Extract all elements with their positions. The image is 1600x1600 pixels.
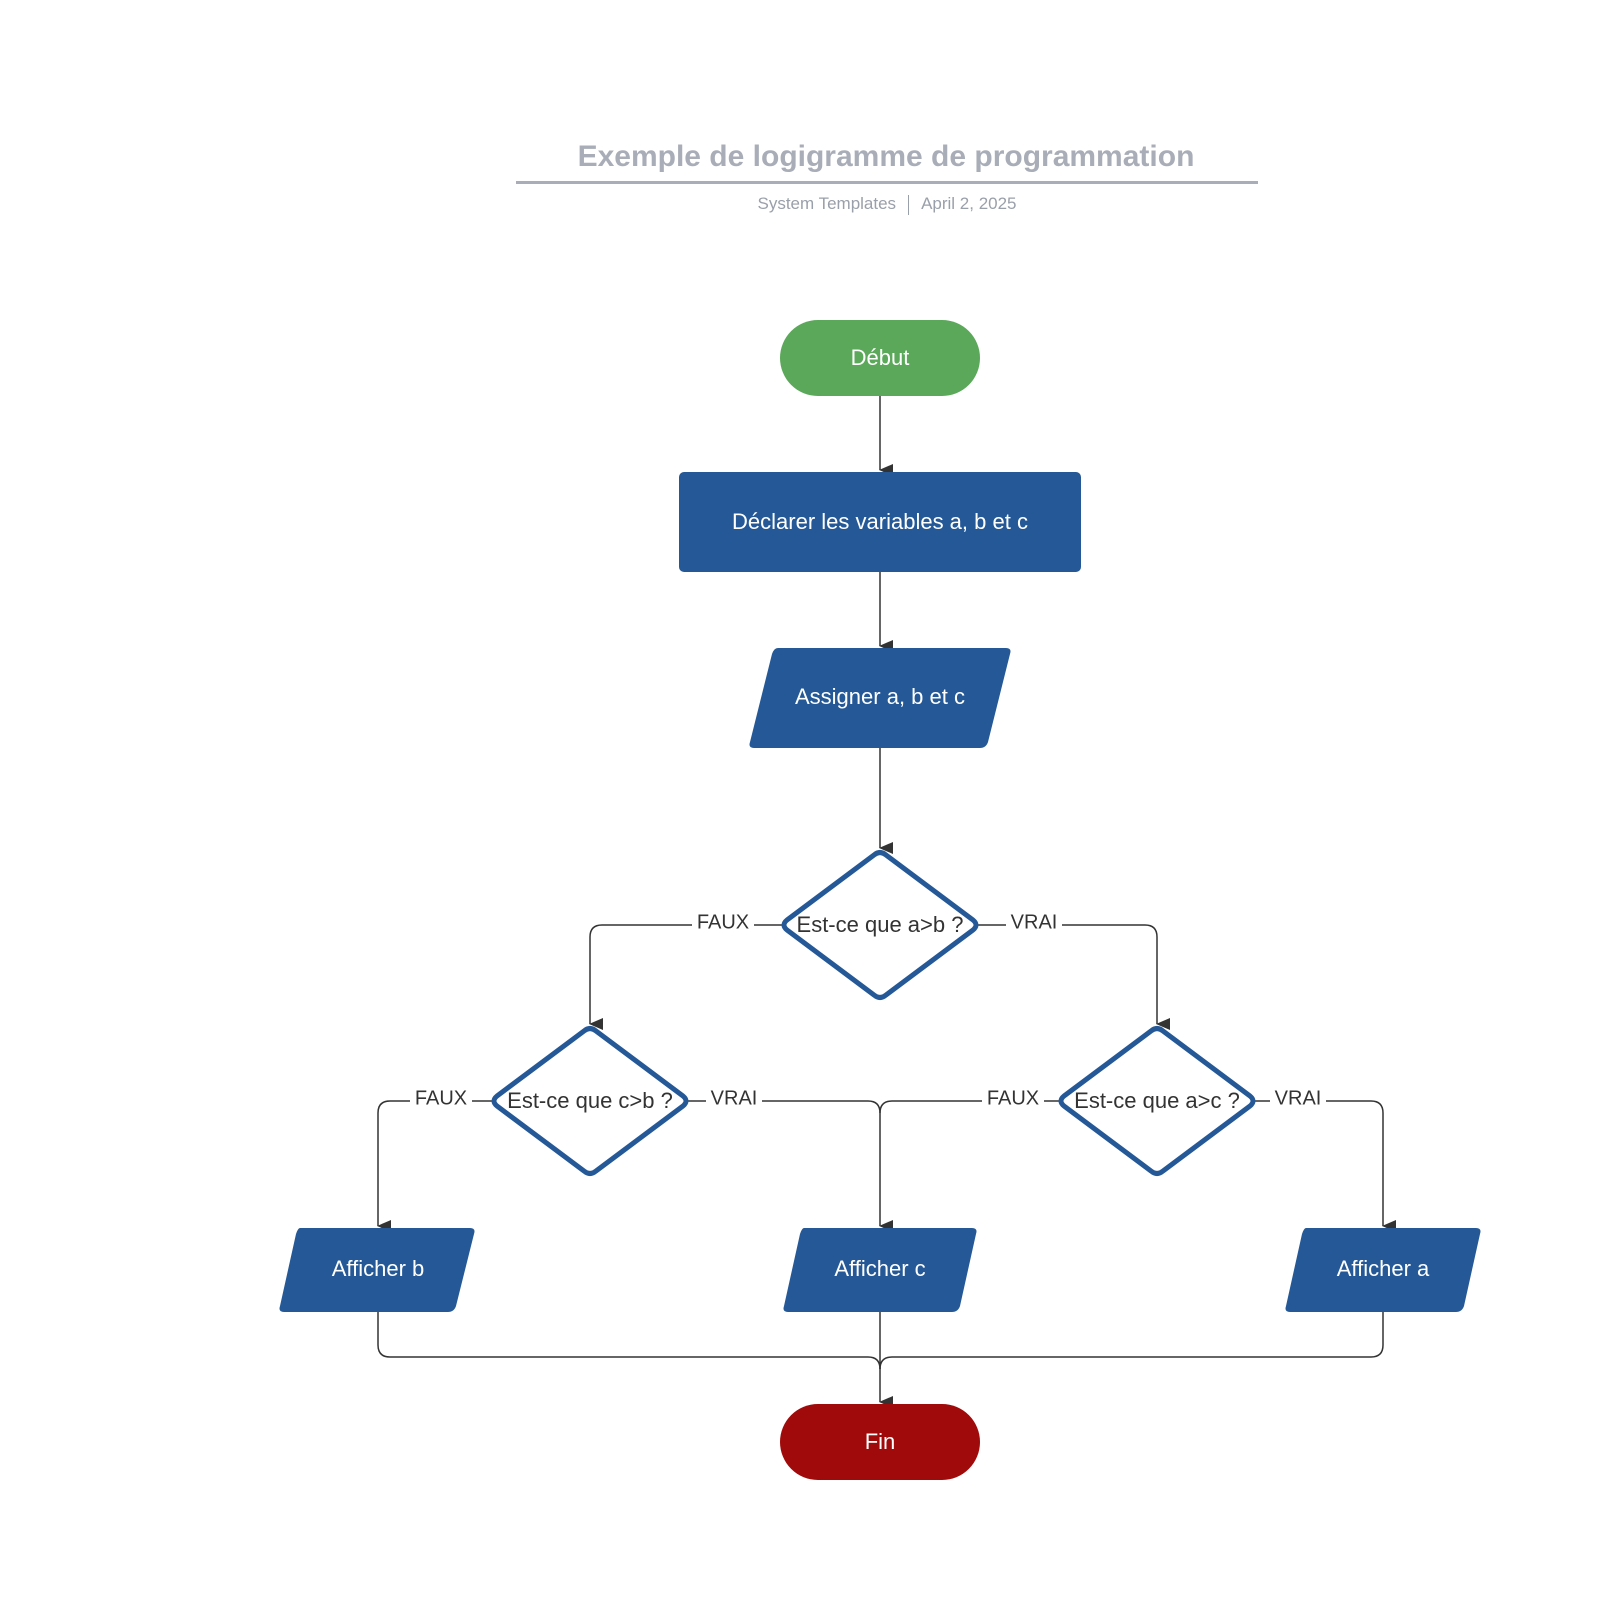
edge-ac-true[interactable] <box>1255 1100 1396 1232</box>
node-decision-cb[interactable]: Est-ce que c>b ? <box>491 1026 689 1176</box>
node-show-a-label: Afficher a <box>1337 1256 1430 1281</box>
node-show-b[interactable]: Afficher b <box>279 1228 475 1312</box>
edge-cb-true[interactable] <box>688 1100 893 1232</box>
node-show-c-label: Afficher c <box>834 1256 925 1281</box>
node-decision-ac-label: Est-ce que a>c ? <box>1074 1088 1240 1113</box>
node-decision-ab-label: Est-ce que a>b ? <box>797 912 964 937</box>
edge-show-b-end[interactable] <box>377 1312 881 1370</box>
node-end-label: Fin <box>865 1429 896 1454</box>
label-ac-true: VRAI <box>1275 1087 1322 1109</box>
node-assign-label: Assigner a, b et c <box>795 684 965 709</box>
edge-ab-true[interactable] <box>978 924 1170 1030</box>
label-cb-true: VRAI <box>711 1087 758 1109</box>
node-decision-ac[interactable]: Est-ce que a>c ? <box>1058 1026 1256 1176</box>
label-ac-false: FAUX <box>987 1087 1039 1109</box>
node-decision-cb-label: Est-ce que c>b ? <box>507 1088 673 1113</box>
edge-show-a-end[interactable] <box>879 1312 1384 1370</box>
node-declare-label: Déclarer les variables a, b et c <box>732 509 1028 534</box>
edge-ab-false[interactable] <box>589 924 782 1030</box>
node-show-b-label: Afficher b <box>332 1256 425 1281</box>
node-show-a[interactable]: Afficher a <box>1285 1228 1481 1312</box>
label-cb-false: FAUX <box>415 1087 467 1109</box>
node-assign[interactable]: Assigner a, b et c <box>749 648 1011 748</box>
node-decision-ab[interactable]: Est-ce que a>b ? <box>781 850 979 1000</box>
node-start-label: Début <box>851 345 910 370</box>
edge-cb-false[interactable] <box>377 1100 492 1232</box>
node-end[interactable]: Fin <box>780 1404 980 1480</box>
flowchart-canvas: FAUX VRAI FAUX VRAI FAUX VRAI Début Décl… <box>279 320 1481 1480</box>
node-declare[interactable]: Déclarer les variables a, b et c <box>679 472 1081 572</box>
label-ab-true: VRAI <box>1011 911 1058 933</box>
node-start[interactable]: Début <box>780 320 980 396</box>
label-ab-false: FAUX <box>697 911 749 933</box>
node-show-c[interactable]: Afficher c <box>783 1228 977 1312</box>
